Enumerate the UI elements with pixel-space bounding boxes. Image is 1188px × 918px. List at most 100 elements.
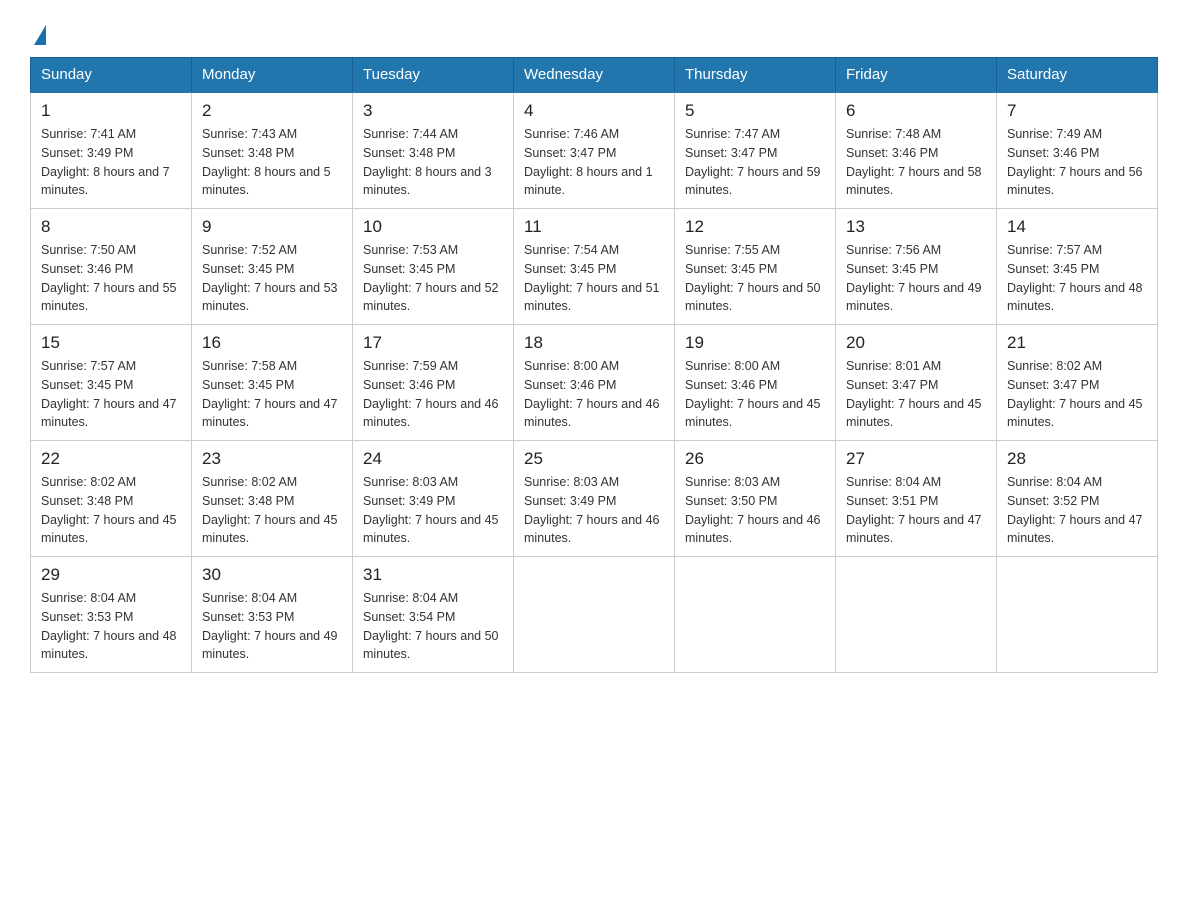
day-sun-info: Sunrise: 8:00 AMSunset: 3:46 PMDaylight:… xyxy=(524,357,664,432)
day-number: 11 xyxy=(524,217,664,237)
day-number: 10 xyxy=(363,217,503,237)
day-number: 15 xyxy=(41,333,181,353)
calendar-day-cell: 10 Sunrise: 7:53 AMSunset: 3:45 PMDayligh… xyxy=(353,209,514,325)
day-sun-info: Sunrise: 7:47 AMSunset: 3:47 PMDaylight:… xyxy=(685,125,825,200)
day-number: 23 xyxy=(202,449,342,469)
calendar-day-cell: 26 Sunrise: 8:03 AMSunset: 3:50 PMDayligh… xyxy=(675,441,836,557)
calendar-day-cell: 7Sunrise: 7:49 AMSunset: 3:46 PMDaylight… xyxy=(997,92,1158,209)
day-number: 8 xyxy=(41,217,181,237)
day-of-week-header: Friday xyxy=(836,58,997,93)
calendar-day-cell: 2Sunrise: 7:43 AMSunset: 3:48 PMDaylight… xyxy=(192,92,353,209)
calendar-day-cell: 4 Sunrise: 7:46 AMSunset: 3:47 PMDaylight… xyxy=(514,92,675,209)
day-number: 31 xyxy=(363,565,503,585)
day-sun-info: Sunrise: 7:50 AMSunset: 3:46 PMDaylight:… xyxy=(41,241,181,316)
calendar-day-cell: 21 Sunrise: 8:02 AMSunset: 3:47 PMDayligh… xyxy=(997,325,1158,441)
day-of-week-header: Saturday xyxy=(997,58,1158,93)
day-sun-info: Sunrise: 8:00 AMSunset: 3:46 PMDaylight:… xyxy=(685,357,825,432)
day-sun-info: Sunrise: 8:02 AMSunset: 3:47 PMDaylight:… xyxy=(1007,357,1147,432)
calendar-day-cell: 18 Sunrise: 8:00 AMSunset: 3:46 PMDayligh… xyxy=(514,325,675,441)
calendar-day-cell: 28 Sunrise: 8:04 AMSunset: 3:52 PMDayligh… xyxy=(997,441,1158,557)
calendar-day-cell: 5 Sunrise: 7:47 AMSunset: 3:47 PMDaylight… xyxy=(675,92,836,209)
day-sun-info: Sunrise: 8:03 AMSunset: 3:50 PMDaylight:… xyxy=(685,473,825,548)
day-number: 30 xyxy=(202,565,342,585)
calendar-day-cell: 27 Sunrise: 8:04 AMSunset: 3:51 PMDayligh… xyxy=(836,441,997,557)
day-number: 16 xyxy=(202,333,342,353)
calendar-day-cell xyxy=(514,557,675,673)
calendar-day-cell: 20 Sunrise: 8:01 AMSunset: 3:47 PMDayligh… xyxy=(836,325,997,441)
day-number: 19 xyxy=(685,333,825,353)
calendar-day-cell: 11 Sunrise: 7:54 AMSunset: 3:45 PMDayligh… xyxy=(514,209,675,325)
day-number: 9 xyxy=(202,217,342,237)
day-number: 24 xyxy=(363,449,503,469)
calendar-day-cell: 12Sunrise: 7:55 AMSunset: 3:45 PMDayligh… xyxy=(675,209,836,325)
day-sun-info: Sunrise: 7:52 AMSunset: 3:45 PMDaylight:… xyxy=(202,241,342,316)
calendar-day-cell: 23 Sunrise: 8:02 AMSunset: 3:48 PMDayligh… xyxy=(192,441,353,557)
calendar-day-cell xyxy=(997,557,1158,673)
calendar-day-cell: 16 Sunrise: 7:58 AMSunset: 3:45 PMDayligh… xyxy=(192,325,353,441)
day-number: 25 xyxy=(524,449,664,469)
day-sun-info: Sunrise: 8:03 AMSunset: 3:49 PMDaylight:… xyxy=(363,473,503,548)
calendar-week-row: 22Sunrise: 8:02 AMSunset: 3:48 PMDayligh… xyxy=(31,441,1158,557)
day-sun-info: Sunrise: 8:01 AMSunset: 3:47 PMDaylight:… xyxy=(846,357,986,432)
calendar-day-cell: 30 Sunrise: 8:04 AMSunset: 3:53 PMDayligh… xyxy=(192,557,353,673)
day-number: 4 xyxy=(524,101,664,121)
day-sun-info: Sunrise: 7:55 AMSunset: 3:45 PMDaylight:… xyxy=(685,241,825,316)
day-number: 1 xyxy=(41,101,181,121)
day-sun-info: Sunrise: 7:57 AMSunset: 3:45 PMDaylight:… xyxy=(41,357,181,432)
day-number: 14 xyxy=(1007,217,1147,237)
day-sun-info: Sunrise: 8:03 AMSunset: 3:49 PMDaylight:… xyxy=(524,473,664,548)
day-of-week-header: Thursday xyxy=(675,58,836,93)
calendar-day-cell: 22Sunrise: 8:02 AMSunset: 3:48 PMDayligh… xyxy=(31,441,192,557)
calendar-day-cell: 15 Sunrise: 7:57 AMSunset: 3:45 PMDayligh… xyxy=(31,325,192,441)
day-sun-info: Sunrise: 8:04 AMSunset: 3:53 PMDaylight:… xyxy=(202,589,342,664)
calendar-day-cell: 14 Sunrise: 7:57 AMSunset: 3:45 PMDayligh… xyxy=(997,209,1158,325)
day-number: 21 xyxy=(1007,333,1147,353)
day-number: 6 xyxy=(846,101,986,121)
day-sun-info: Sunrise: 7:54 AMSunset: 3:45 PMDaylight:… xyxy=(524,241,664,316)
logo xyxy=(30,20,46,47)
days-of-week-row: SundayMondayTuesdayWednesdayThursdayFrid… xyxy=(31,58,1158,93)
day-sun-info: Sunrise: 7:53 AMSunset: 3:45 PMDaylight:… xyxy=(363,241,503,316)
page-header xyxy=(30,20,1158,47)
day-of-week-header: Sunday xyxy=(31,58,192,93)
calendar-day-cell: 29 Sunrise: 8:04 AMSunset: 3:53 PMDayligh… xyxy=(31,557,192,673)
day-sun-info: Sunrise: 7:57 AMSunset: 3:45 PMDaylight:… xyxy=(1007,241,1147,316)
calendar-week-row: 8 Sunrise: 7:50 AMSunset: 3:46 PMDaylight… xyxy=(31,209,1158,325)
day-number: 7 xyxy=(1007,101,1147,121)
calendar-day-cell: 19 Sunrise: 8:00 AMSunset: 3:46 PMDayligh… xyxy=(675,325,836,441)
day-sun-info: Sunrise: 7:56 AMSunset: 3:45 PMDaylight:… xyxy=(846,241,986,316)
day-number: 18 xyxy=(524,333,664,353)
calendar-day-cell xyxy=(836,557,997,673)
calendar-day-cell: 3 Sunrise: 7:44 AMSunset: 3:48 PMDaylight… xyxy=(353,92,514,209)
calendar-day-cell xyxy=(675,557,836,673)
day-sun-info: Sunrise: 8:02 AMSunset: 3:48 PMDaylight:… xyxy=(202,473,342,548)
day-sun-info: Sunrise: 7:44 AMSunset: 3:48 PMDaylight:… xyxy=(363,125,503,200)
day-sun-info: Sunrise: 7:41 AMSunset: 3:49 PMDaylight:… xyxy=(41,125,181,200)
day-number: 28 xyxy=(1007,449,1147,469)
day-number: 13 xyxy=(846,217,986,237)
day-number: 3 xyxy=(363,101,503,121)
day-number: 29 xyxy=(41,565,181,585)
calendar-day-cell: 9 Sunrise: 7:52 AMSunset: 3:45 PMDaylight… xyxy=(192,209,353,325)
calendar-day-cell: 8 Sunrise: 7:50 AMSunset: 3:46 PMDaylight… xyxy=(31,209,192,325)
calendar-day-cell: 31Sunrise: 8:04 AMSunset: 3:54 PMDayligh… xyxy=(353,557,514,673)
day-sun-info: Sunrise: 7:43 AMSunset: 3:48 PMDaylight:… xyxy=(202,125,342,200)
calendar-week-row: 1 Sunrise: 7:41 AMSunset: 3:49 PMDaylight… xyxy=(31,92,1158,209)
day-number: 20 xyxy=(846,333,986,353)
calendar-week-row: 29 Sunrise: 8:04 AMSunset: 3:53 PMDayligh… xyxy=(31,557,1158,673)
calendar-header: SundayMondayTuesdayWednesdayThursdayFrid… xyxy=(31,58,1158,93)
day-sun-info: Sunrise: 7:58 AMSunset: 3:45 PMDaylight:… xyxy=(202,357,342,432)
day-number: 26 xyxy=(685,449,825,469)
calendar-body: 1 Sunrise: 7:41 AMSunset: 3:49 PMDaylight… xyxy=(31,92,1158,673)
day-sun-info: Sunrise: 7:48 AMSunset: 3:46 PMDaylight:… xyxy=(846,125,986,200)
day-of-week-header: Tuesday xyxy=(353,58,514,93)
day-sun-info: Sunrise: 7:46 AMSunset: 3:47 PMDaylight:… xyxy=(524,125,664,200)
calendar-day-cell: 1 Sunrise: 7:41 AMSunset: 3:49 PMDaylight… xyxy=(31,92,192,209)
day-number: 27 xyxy=(846,449,986,469)
day-sun-info: Sunrise: 8:04 AMSunset: 3:52 PMDaylight:… xyxy=(1007,473,1147,548)
day-of-week-header: Monday xyxy=(192,58,353,93)
day-sun-info: Sunrise: 8:04 AMSunset: 3:53 PMDaylight:… xyxy=(41,589,181,664)
day-sun-info: Sunrise: 8:04 AMSunset: 3:51 PMDaylight:… xyxy=(846,473,986,548)
calendar-day-cell: 6 Sunrise: 7:48 AMSunset: 3:46 PMDaylight… xyxy=(836,92,997,209)
day-number: 5 xyxy=(685,101,825,121)
